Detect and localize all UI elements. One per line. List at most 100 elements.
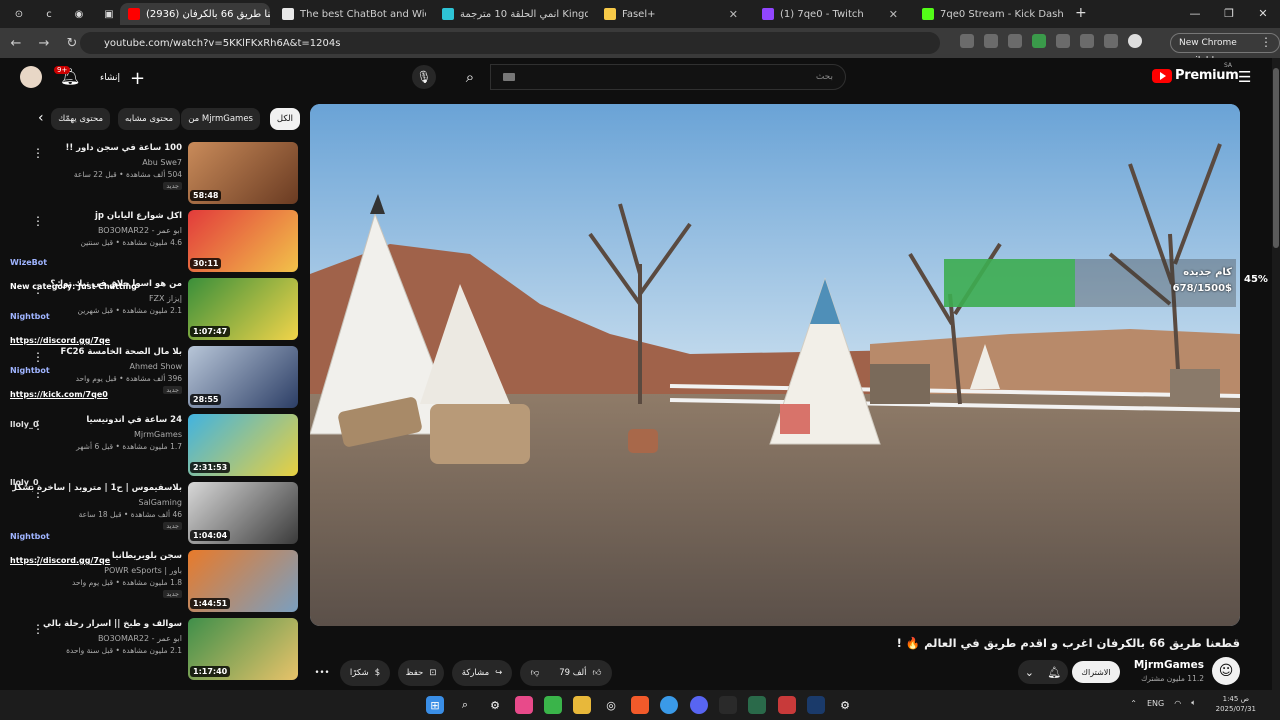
bookmark-star-icon[interactable] (1008, 34, 1022, 48)
browser-tab[interactable]: Fasel+ ✕ (596, 3, 746, 25)
filter-chip[interactable]: الكل (269, 108, 300, 130)
browser-tab[interactable]: (2936) قطعنا طريق 66 بالكرفان✕ (120, 3, 270, 25)
video-thumbnail[interactable]: 30:11 (188, 210, 298, 272)
more-actions-icon[interactable]: ••• (310, 660, 334, 686)
page-scrollbar[interactable] (1272, 58, 1280, 690)
back-icon[interactable]: ← (4, 36, 28, 51)
video-thumbnail[interactable]: 2:31:53 (188, 414, 298, 476)
subscribe-button[interactable]: الاشتراك (1072, 661, 1120, 683)
chat-message[interactable]: https://discord.gg/7qe (10, 556, 110, 565)
wifi-icon[interactable]: ◠ (1174, 699, 1181, 708)
shield-extension-icon[interactable] (1056, 34, 1070, 48)
recommendation-meta: 504 ألف مشاهدة • قبل 22 ساعة (73, 170, 182, 179)
recommendation-channel[interactable]: BO3OMAR22 - ابو عمر (98, 634, 182, 643)
translate-icon[interactable] (984, 34, 998, 48)
file-explorer-icon[interactable] (573, 696, 591, 714)
language-indicator[interactable]: ENG (1147, 699, 1164, 708)
video-duration: 2:31:53 (190, 462, 231, 473)
pinned-tab-icon[interactable]: c (36, 3, 62, 25)
save-button[interactable]: حفظ ⊡ (398, 660, 444, 686)
new-tab-icon[interactable]: + (1075, 5, 1087, 21)
video-thumbnail[interactable]: 58:48 (188, 142, 298, 204)
create-button[interactable]: إنشاء + (90, 66, 155, 90)
video-thumbnail[interactable]: 1:17:40 (188, 618, 298, 680)
app-icon[interactable] (719, 696, 737, 714)
tab-close-icon[interactable]: ✕ (889, 8, 898, 21)
dislike-icon[interactable]: 👎︎ (531, 668, 540, 678)
video-thumbnail[interactable]: 1:04:04 (188, 482, 298, 544)
forward-icon[interactable]: → (32, 36, 56, 51)
tray-overflow-icon[interactable]: ⌃ (1130, 699, 1137, 708)
video-player[interactable] (310, 104, 1240, 626)
search-taskbar-icon[interactable]: ⌕ (456, 696, 474, 714)
filter-chip[interactable]: محتوى مشابه (118, 108, 180, 130)
recommendation-channel[interactable]: BO3OMAR22 - ابو عمر (98, 226, 182, 235)
recommendation-channel[interactable]: FZX إيزاز (149, 294, 182, 303)
restore-icon[interactable]: ❐ (1212, 0, 1246, 28)
filter-chip[interactable]: محتوى يهمّك (51, 108, 110, 130)
settings-gear-icon[interactable]: ⚙ (836, 696, 854, 714)
terminal-icon[interactable] (748, 696, 766, 714)
minimize-icon[interactable]: — (1178, 0, 1212, 28)
app-icon[interactable] (778, 696, 796, 714)
settings-icon[interactable]: ⚙ (486, 696, 504, 714)
app-icon[interactable] (544, 696, 562, 714)
pinned-tab-icon[interactable]: ◉ (66, 3, 92, 25)
pinned-tab-icon[interactable]: ▣ (96, 3, 122, 25)
browser-tab[interactable]: (1) 7qe0 - Twitch ✕ (754, 3, 906, 25)
new-badge: جديد (163, 182, 182, 190)
youtube-logo[interactable]: Premium SA (1152, 62, 1239, 83)
recommendation-channel[interactable]: MjrmGames (134, 430, 182, 439)
browser-tab[interactable]: انمي الحلقة 10 مترجمة Kingdom✕ (434, 3, 588, 25)
keyboard-icon[interactable] (503, 73, 515, 81)
recommendation-channel[interactable]: Ahmed Show (130, 362, 182, 371)
chat-message[interactable]: https://discord.gg/7qe (10, 336, 110, 345)
chrome-icon[interactable] (660, 696, 678, 714)
volume-icon[interactable]: 🔈︎ (1191, 698, 1196, 708)
menu-icon[interactable]: ☰ (1238, 68, 1251, 86)
scrollbar-thumb[interactable] (1273, 68, 1279, 248)
steam-icon[interactable] (807, 696, 825, 714)
search-icon[interactable]: ⌕ (452, 64, 488, 90)
puzzle-icon[interactable] (1080, 34, 1094, 48)
browser-tab[interactable]: The best ChatBot and Widgets✕ (274, 3, 426, 25)
chrome-menu-icon[interactable]: ⋮ (1260, 35, 1272, 49)
chat-message: Nightbot (10, 312, 50, 321)
thanks-button[interactable]: شكرًا $ (340, 660, 390, 686)
search-input[interactable]: بحث (490, 64, 846, 90)
address-bar[interactable]: youtube.com/watch?v=5KKlFKxRh6A&t=1204s (80, 32, 940, 54)
pinned-tab-icon[interactable]: ⊙ (6, 3, 32, 25)
video-thumbnail[interactable]: 1:44:51 (188, 550, 298, 612)
account-avatar[interactable] (20, 66, 42, 88)
recommendation-item[interactable]: 2:31:53 ⋮ 24 ساعة في اندونيسيا MjrmGames 1.7… (0, 412, 300, 476)
install-icon[interactable] (960, 34, 974, 48)
video-thumbnail[interactable]: 1:07:47 (188, 278, 298, 340)
reading-list-icon[interactable] (1104, 34, 1118, 48)
recommendation-channel[interactable]: Abu Swe7 (142, 158, 182, 167)
recommendation-item[interactable]: 1:17:40 ⋮ سوالف و طبخ || اسرار رحلة بالي BO… (0, 616, 300, 680)
recommendation-channel[interactable]: SalGaming (139, 498, 182, 507)
app-icon[interactable] (515, 696, 533, 714)
profile-icon[interactable] (1128, 34, 1142, 48)
channel-avatar[interactable]: ☺ (1212, 657, 1240, 685)
chat-message[interactable]: https://kick.com/7qe0 (10, 390, 108, 399)
notification-settings-button[interactable]: ⌄ 🔔︎ (1018, 660, 1068, 684)
start-icon[interactable]: ⊞ (426, 696, 444, 714)
obs-icon[interactable]: ◎ (602, 696, 620, 714)
video-thumbnail[interactable]: 28:55 (188, 346, 298, 408)
microphone-icon[interactable]: 🎙︎ (412, 65, 436, 89)
discord-icon[interactable] (690, 696, 708, 714)
like-icon[interactable]: 👍︎ (593, 668, 602, 678)
share-button[interactable]: مشاركة ↪ (452, 660, 512, 686)
browser-tab[interactable]: 7qe0 Stream - Kick Dashboard✕ (914, 3, 1064, 25)
recommendation-item[interactable]: 58:48 ⋮ 100 ساعة في سجن داور !! Abu Swe7 504… (0, 140, 300, 204)
recommendation-channel[interactable]: POWR eSports | باور (104, 566, 182, 575)
channel-name[interactable]: MjrmGames (1134, 659, 1204, 671)
filter-chip[interactable]: من MjrmGames (181, 108, 260, 130)
taskbar-clock[interactable]: 1:45 ص 2025/07/31 (1216, 694, 1256, 714)
like-count: 79 ألف (559, 668, 587, 678)
brave-icon[interactable] (631, 696, 649, 714)
close-window-icon[interactable]: ✕ (1246, 0, 1280, 28)
tab-close-icon[interactable]: ✕ (729, 8, 738, 21)
extension-icon[interactable] (1032, 34, 1046, 48)
